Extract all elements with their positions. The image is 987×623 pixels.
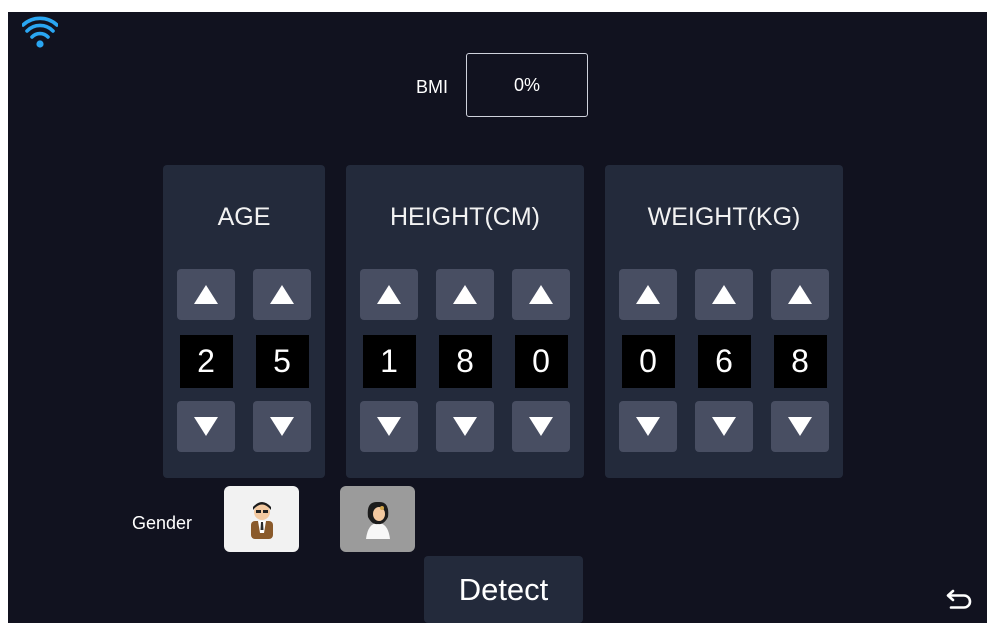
age-digit-2: 5 xyxy=(255,335,309,388)
weight-digit-2-down-button[interactable] xyxy=(695,401,753,452)
age-title: AGE xyxy=(217,203,271,231)
age-digit-2-down-button[interactable] xyxy=(253,401,311,452)
age-digit-column-2: 5 xyxy=(253,269,311,452)
gender-female-button[interactable] xyxy=(340,486,415,552)
down-arrow-icon xyxy=(788,417,812,436)
up-arrow-icon xyxy=(788,285,812,304)
up-arrow-icon xyxy=(194,285,218,304)
height-digit-3-down-button[interactable] xyxy=(512,401,570,452)
weight-digit-1-down-button[interactable] xyxy=(619,401,677,452)
height-digit-2-up-button[interactable] xyxy=(436,269,494,320)
male-avatar-icon xyxy=(250,502,273,539)
height-digit-1-down-button[interactable] xyxy=(360,401,418,452)
bmi-label: BMI xyxy=(416,77,449,97)
up-arrow-icon xyxy=(712,285,736,304)
up-arrow-icon xyxy=(377,285,401,304)
age-digit-2-up-button[interactable] xyxy=(253,269,311,320)
back-arrow-icon[interactable] xyxy=(945,583,975,613)
down-arrow-icon xyxy=(529,417,553,436)
down-arrow-icon xyxy=(377,417,401,436)
height-digit-column-2: 8 xyxy=(436,269,494,452)
height-digit-1: 1 xyxy=(362,335,416,388)
down-arrow-icon xyxy=(712,417,736,436)
height-panel: HEIGHT(CM) 1 8 0 xyxy=(346,165,584,478)
gender-label: Gender xyxy=(132,513,193,533)
app-screen: BMI 0% AGE 2 5 HEIGHT(CM) 1 8 0 WEIGHT(K… xyxy=(8,12,987,623)
wifi-icon xyxy=(22,16,58,48)
weight-digit-3: 8 xyxy=(773,335,827,388)
down-arrow-icon xyxy=(194,417,218,436)
age-digit-1-down-button[interactable] xyxy=(177,401,235,452)
down-arrow-icon xyxy=(453,417,477,436)
height-digit-column-3: 0 xyxy=(512,269,570,452)
weight-digit-column-2: 6 xyxy=(695,269,753,452)
height-digit-2-down-button[interactable] xyxy=(436,401,494,452)
age-digit-1-up-button[interactable] xyxy=(177,269,235,320)
weight-digit-2-up-button[interactable] xyxy=(695,269,753,320)
up-arrow-icon xyxy=(270,285,294,304)
up-arrow-icon xyxy=(529,285,553,304)
weight-digit-3-down-button[interactable] xyxy=(771,401,829,452)
weight-digit-3-up-button[interactable] xyxy=(771,269,829,320)
up-arrow-icon xyxy=(636,285,660,304)
age-digit-column-1: 2 xyxy=(177,269,235,452)
height-digit-3-up-button[interactable] xyxy=(512,269,570,320)
weight-title: WEIGHT(KG) xyxy=(647,203,801,231)
weight-digit-column-1: 0 xyxy=(619,269,677,452)
height-digit-column-1: 1 xyxy=(360,269,418,452)
bmi-value-field: 0% xyxy=(466,53,588,117)
age-panel: AGE 2 5 xyxy=(163,165,325,478)
down-arrow-icon xyxy=(270,417,294,436)
weight-digit-1: 0 xyxy=(621,335,675,388)
detect-button[interactable]: Detect xyxy=(424,556,583,623)
up-arrow-icon xyxy=(453,285,477,304)
height-digit-2: 8 xyxy=(438,335,492,388)
height-digit-1-up-button[interactable] xyxy=(360,269,418,320)
height-digit-3: 0 xyxy=(514,335,568,388)
height-title: HEIGHT(CM) xyxy=(390,203,540,231)
weight-digit-1-up-button[interactable] xyxy=(619,269,677,320)
female-avatar-icon xyxy=(365,501,390,539)
weight-panel: WEIGHT(KG) 0 6 8 xyxy=(605,165,843,478)
weight-digit-column-3: 8 xyxy=(771,269,829,452)
gender-male-button[interactable] xyxy=(224,486,299,552)
age-digit-1: 2 xyxy=(179,335,233,388)
down-arrow-icon xyxy=(636,417,660,436)
weight-digit-2: 6 xyxy=(697,335,751,388)
